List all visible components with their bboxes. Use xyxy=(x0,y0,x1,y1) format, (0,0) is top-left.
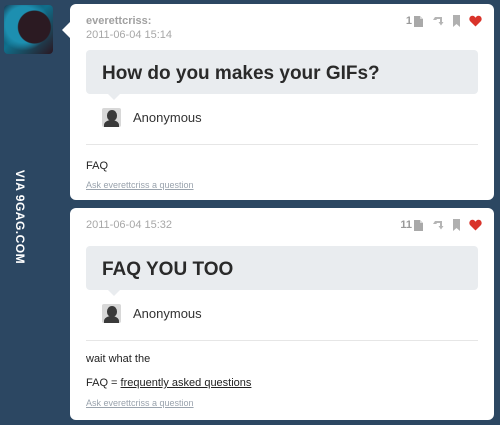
post-2: 2011-06-04 15:32 11 FAQ YOU TOO Anonymou… xyxy=(70,208,494,420)
notes-icon xyxy=(414,219,423,231)
post-timestamp[interactable]: 2011-06-04 15:32 xyxy=(86,218,172,232)
watermark-text: VIA 9GAG.COM xyxy=(13,169,28,265)
post-controls: 11 xyxy=(400,218,482,232)
question-bubble-tail xyxy=(108,290,120,296)
notes-count-value: 11 xyxy=(400,219,412,231)
divider xyxy=(86,340,478,341)
bookmark-icon[interactable] xyxy=(453,219,460,231)
post-username[interactable]: everettcriss: xyxy=(86,14,172,28)
asker: Anonymous xyxy=(102,304,202,323)
post-controls: 1 xyxy=(406,14,482,28)
question-bubble-tail xyxy=(108,94,120,100)
ask-question-link[interactable]: Ask everettcriss a question xyxy=(86,398,194,408)
reblog-icon[interactable] xyxy=(432,16,444,27)
post-meta: everettcriss: 2011-06-04 15:14 xyxy=(86,14,172,42)
notes-count-value: 1 xyxy=(405,15,412,27)
notes-count[interactable]: 1 xyxy=(406,15,423,27)
answer-line-1: wait what the xyxy=(86,353,151,365)
asker: Anonymous xyxy=(102,108,202,127)
heart-icon[interactable] xyxy=(469,219,482,231)
post-notch xyxy=(62,22,70,38)
blog-avatar[interactable] xyxy=(4,5,53,54)
post-meta: 2011-06-04 15:32 xyxy=(86,218,172,232)
reblog-icon[interactable] xyxy=(432,220,444,231)
answer-line-2: FAQ = frequently asked questions xyxy=(86,376,251,390)
post-timestamp[interactable]: 2011-06-04 15:14 xyxy=(86,28,172,42)
answer-link[interactable]: frequently asked questions xyxy=(121,377,252,389)
question-bubble: FAQ YOU TOO xyxy=(86,246,478,290)
notes-count[interactable]: 11 xyxy=(400,219,423,231)
watermark: VIA 9GAG.COM xyxy=(10,170,30,264)
anonymous-avatar-icon xyxy=(102,304,121,323)
question-bubble: How do you makes your GIFs? xyxy=(86,50,478,94)
divider xyxy=(86,144,478,145)
anonymous-avatar-icon xyxy=(102,108,121,127)
asker-name: Anonymous xyxy=(133,306,202,321)
heart-icon[interactable] xyxy=(469,15,482,27)
answer-prefix: FAQ = xyxy=(86,377,121,389)
post-1: everettcriss: 2011-06-04 15:14 1 How do … xyxy=(62,4,494,200)
bookmark-icon[interactable] xyxy=(453,15,460,27)
notes-icon xyxy=(414,15,423,27)
ask-question-link[interactable]: Ask everettcriss a question xyxy=(86,180,194,190)
asker-name: Anonymous xyxy=(133,110,202,125)
answer-text: FAQ xyxy=(86,160,109,172)
